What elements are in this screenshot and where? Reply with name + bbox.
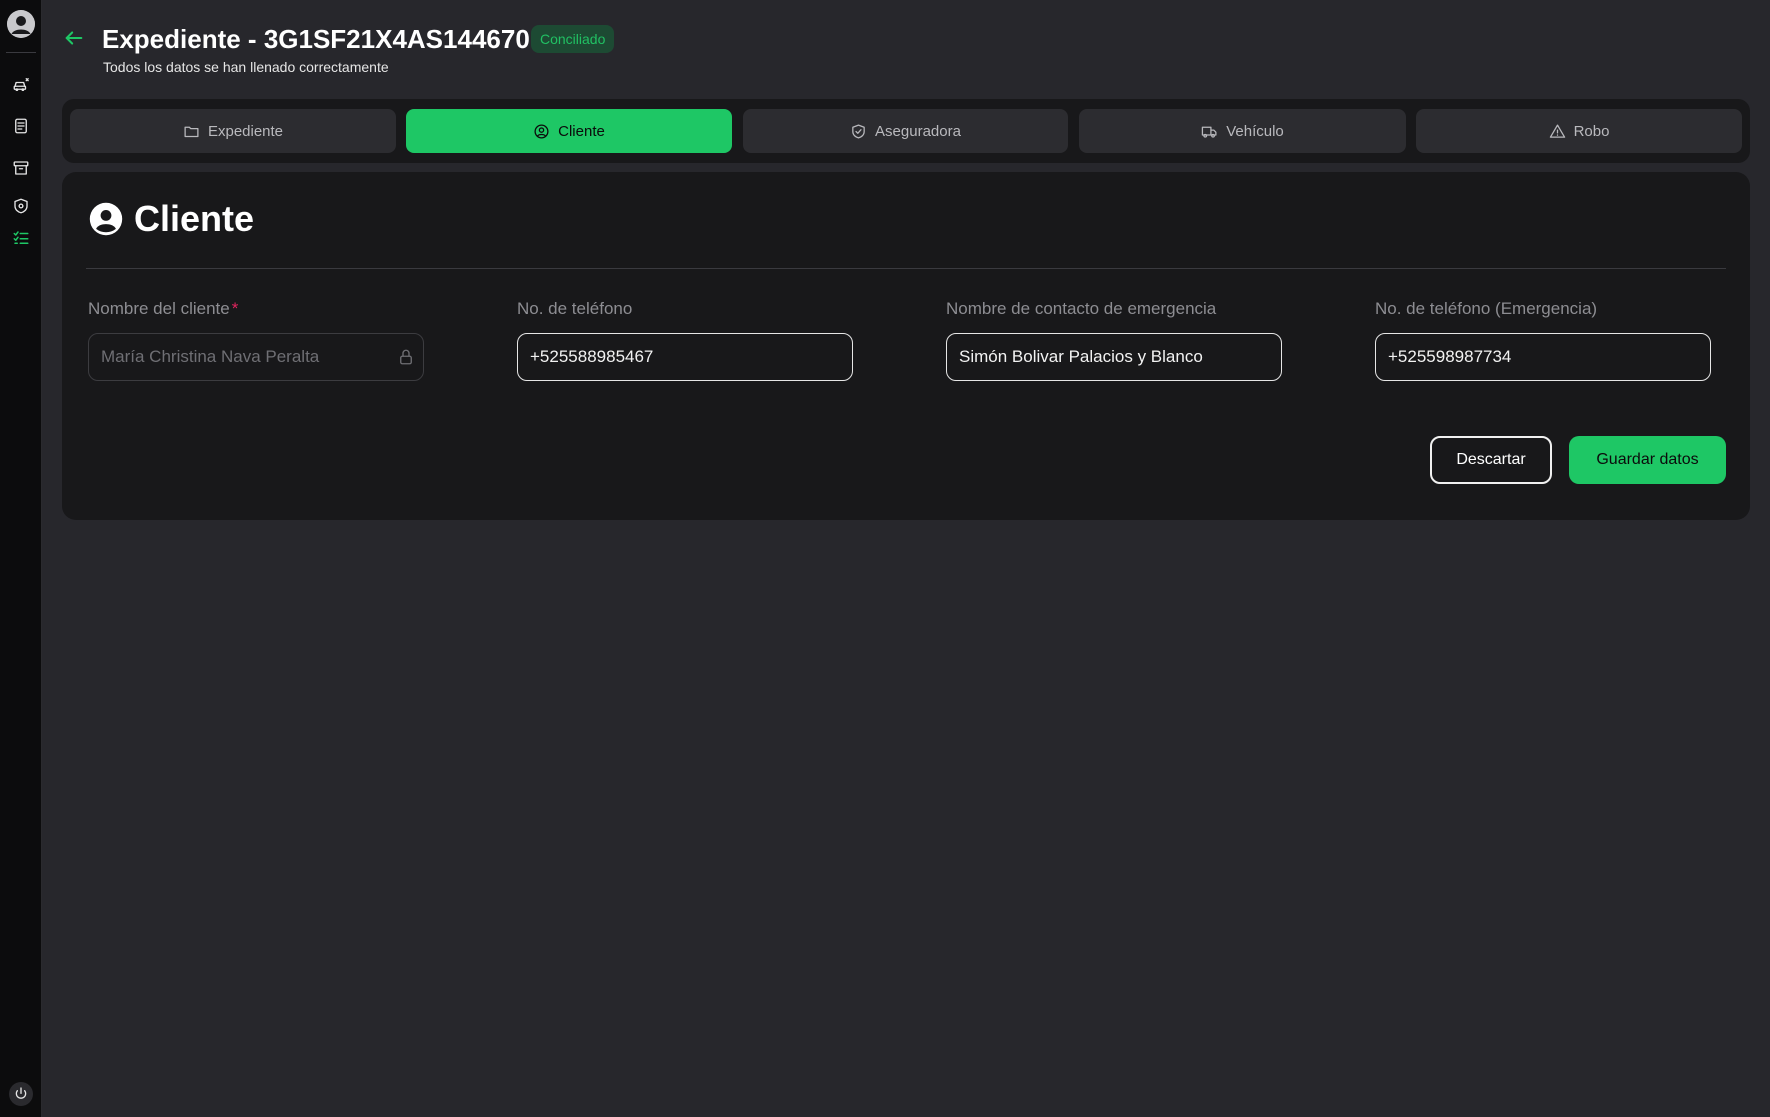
card-title: Cliente xyxy=(134,198,255,239)
field-label: Nombre del cliente * xyxy=(88,298,424,320)
power-icon[interactable] xyxy=(9,1082,33,1106)
user-circle-filled-icon xyxy=(89,202,123,236)
discard-button[interactable]: Descartar xyxy=(1430,436,1552,484)
folder-icon xyxy=(184,126,199,137)
field-nombre-cliente: Nombre del cliente * María Christina Nava… xyxy=(88,298,424,381)
emergency-contact-input[interactable]: Simón Bolivar Palacios y Blanco xyxy=(946,333,1282,381)
tab-cliente[interactable]: Cliente xyxy=(406,109,732,153)
field-label-text: Nombre del cliente xyxy=(88,299,230,318)
tab-vehiculo[interactable]: Vehículo xyxy=(1079,109,1406,153)
truck-icon xyxy=(1201,126,1217,138)
tab-label: Expediente xyxy=(207,122,284,140)
tab-expediente[interactable]: Expediente xyxy=(70,109,396,153)
phone-value: +525588985467 xyxy=(530,347,654,366)
archive-icon[interactable] xyxy=(11,158,31,178)
page-subtitle: Todos los datos se han llenado correctam… xyxy=(103,59,389,75)
tab-aseguradora[interactable]: Aseguradora xyxy=(743,109,1068,153)
client-name-value: María Christina Nava Peralta xyxy=(101,347,320,366)
sidebar xyxy=(0,0,42,1117)
card-divider xyxy=(86,268,1726,269)
field-label: Nombre de contacto de emergencia xyxy=(946,299,1217,318)
sidebar-divider xyxy=(6,52,36,53)
shield-check-icon xyxy=(852,123,865,139)
tab-label: Vehículo xyxy=(1226,122,1284,140)
phone-input[interactable]: +525588985467 xyxy=(517,333,853,381)
tab-bar: Expediente Cliente Aseguradora Vehículo … xyxy=(62,99,1750,163)
tab-robo[interactable]: Robo xyxy=(1416,109,1742,153)
document-icon[interactable] xyxy=(11,116,31,136)
car-icon[interactable] xyxy=(11,74,31,94)
warning-icon xyxy=(1549,123,1565,138)
user-avatar-icon[interactable] xyxy=(7,10,35,38)
back-arrow-icon[interactable] xyxy=(62,26,86,50)
card-header: Cliente xyxy=(88,196,254,242)
checklist-icon[interactable] xyxy=(11,228,31,248)
client-name-input: María Christina Nava Peralta xyxy=(88,333,424,381)
user-circle-icon xyxy=(534,123,549,139)
tab-label: Robo xyxy=(1573,122,1610,140)
tab-label: Aseguradora xyxy=(875,122,961,140)
required-asterisk: * xyxy=(231,299,239,318)
field-label: No. de teléfono xyxy=(517,299,633,318)
tab-label: Cliente xyxy=(558,122,605,140)
field-telefono-emergencia: No. de teléfono (Emergencia) +5255989877… xyxy=(1375,298,1711,381)
page-title: Expediente - 3G1SF21X4AS144670 xyxy=(102,24,530,54)
field-telefono: No. de teléfono +525588985467 xyxy=(517,298,853,381)
shield-icon[interactable] xyxy=(11,196,31,216)
lock-icon xyxy=(400,349,412,365)
cliente-card: Cliente Nombre del cliente * María Christ… xyxy=(62,172,1750,520)
save-button[interactable]: Guardar datos xyxy=(1569,436,1726,484)
field-label: No. de teléfono (Emergencia) xyxy=(1375,299,1598,318)
emergency-contact-value: Simón Bolivar Palacios y Blanco xyxy=(959,347,1203,366)
emergency-phone-input[interactable]: +525598987734 xyxy=(1375,333,1711,381)
emergency-phone-value: +525598987734 xyxy=(1388,347,1512,366)
field-contacto-emergencia: Nombre de contacto de emergencia Simón B… xyxy=(946,298,1282,381)
status-badge: Conciliado xyxy=(531,25,615,53)
